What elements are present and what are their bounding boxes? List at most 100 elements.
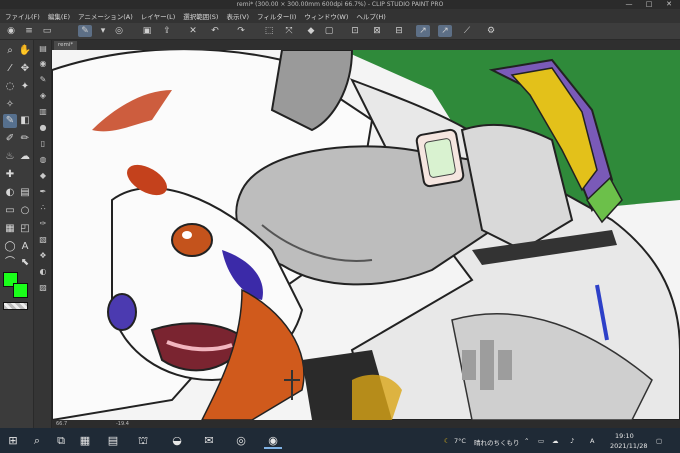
new-canvas-icon[interactable]: ▭ (40, 25, 54, 37)
minimize-button[interactable]: — (620, 0, 638, 9)
pen-tool-icon[interactable]: ✎ (3, 114, 17, 128)
canvas-tab[interactable]: remi* (54, 41, 78, 50)
pen-settings-icon[interactable]: ✎ (78, 25, 92, 37)
move-icon[interactable]: ✥ (18, 62, 32, 76)
transform-icon[interactable]: ⤧ (282, 25, 296, 37)
sub-tool-dot-icon[interactable]: ∴ (37, 202, 49, 214)
crop-icon[interactable]: ⊡ (348, 25, 362, 37)
battery-icon[interactable]: ▭ (538, 437, 544, 445)
ellipse-icon[interactable]: ○ (18, 204, 32, 218)
clip-studio-icon[interactable]: ◎ (112, 25, 126, 37)
drawing-canvas[interactable] (52, 50, 680, 420)
mail-icon[interactable]: ✉ (200, 432, 218, 449)
brush-icon[interactable]: ✐ (3, 132, 17, 146)
menu-layer[interactable]: レイヤー(L) (141, 11, 176, 21)
eyedropper-icon[interactable]: ⁄ (3, 62, 17, 76)
sub-color-swatch[interactable] (13, 283, 28, 298)
hand-icon[interactable]: ✋ (18, 44, 32, 58)
chevron-down-icon[interactable]: ▾ (96, 25, 110, 37)
weather-temp[interactable]: 7°C (454, 437, 466, 445)
angle-readout[interactable]: -19.4 (116, 420, 129, 428)
menu-animation[interactable]: アニメーション(A) (78, 11, 133, 21)
select-all-icon[interactable]: ⬚ (262, 25, 276, 37)
menu-help[interactable]: ヘルプ(H) (356, 11, 385, 21)
notification-icon[interactable]: ▢ (656, 437, 662, 445)
sub-tool-pen-icon[interactable]: ◉ (37, 58, 49, 70)
maximize-button[interactable]: □ (640, 0, 658, 9)
hamburger-menu-icon[interactable]: ≡ (22, 25, 36, 37)
pen-pressure-icon[interactable]: ↗ (438, 25, 452, 37)
redo-icon[interactable]: ↷ (234, 25, 248, 37)
menu-filter[interactable]: フィルター(I) (257, 11, 296, 21)
explorer-icon[interactable]: ▤ (104, 432, 122, 449)
menu-selection[interactable]: 選択範囲(S) (183, 11, 218, 21)
ime-indicator[interactable]: A (590, 437, 594, 445)
invert-selection-icon[interactable]: ⊠ (370, 25, 384, 37)
sub-tool-hard-icon[interactable]: ◆ (37, 170, 49, 182)
save-icon[interactable]: ▣ (140, 25, 154, 37)
clock-time[interactable]: 19:10 (615, 432, 634, 440)
clip-studio-launcher-icon[interactable]: ◎ (232, 432, 250, 449)
deselect-icon[interactable]: ▢ (322, 25, 336, 37)
transparent-color-swatch[interactable] (3, 302, 28, 310)
ruler-icon[interactable]: ◰ (18, 222, 32, 236)
volume-icon[interactable]: ♪ (570, 437, 574, 445)
zoom-readout[interactable]: 66.7 (56, 420, 67, 428)
clock-date[interactable]: 2021/11/28 (610, 442, 647, 450)
sub-tool-turnip-icon[interactable]: ◈ (37, 90, 49, 102)
clip-studio-paint-taskbar-icon[interactable]: ◉ (264, 432, 282, 449)
decoration-icon[interactable]: ✚ (3, 168, 17, 182)
sub-tool-gpen-icon[interactable]: ✎ (37, 74, 49, 86)
frame-icon[interactable]: ▦ (3, 222, 17, 236)
stabilizer-icon[interactable]: ↗ (416, 25, 430, 37)
fill-icon[interactable]: ◆ (304, 25, 318, 37)
edge-icon[interactable]: ◒ (168, 432, 186, 449)
search-icon[interactable]: ⌕ (28, 432, 46, 449)
sub-tool-gouache-icon[interactable]: ◐ (37, 266, 49, 278)
balloon-icon[interactable]: ◯ (3, 240, 17, 254)
windows-start-icon[interactable]: ⊞ (4, 432, 22, 449)
sub-tool-mapping-icon[interactable]: ▥ (37, 106, 49, 118)
fill-tool-icon[interactable]: ◐ (3, 186, 17, 200)
sub-tool-fountain-icon[interactable]: ✑ (37, 218, 49, 230)
sub-tool-marker-icon[interactable]: ▯ (37, 138, 49, 150)
object-icon[interactable]: ⬉ (18, 256, 32, 270)
settings-icon[interactable]: ⚙ (484, 25, 498, 37)
undo-icon[interactable]: ↶ (208, 25, 222, 37)
brush-size-icon[interactable]: ⟋ (460, 25, 474, 37)
border-icon[interactable]: ⊟ (392, 25, 406, 37)
sub-tool-menu-icon[interactable]: ▤ (37, 43, 49, 55)
airbrush-icon[interactable]: ☁ (18, 150, 32, 164)
text-icon[interactable]: A (18, 240, 32, 254)
gradient-icon[interactable]: ▤ (18, 186, 32, 200)
app-logo-icon[interactable]: ◉ (4, 25, 18, 37)
correct-line-icon[interactable]: ⌒ (3, 256, 17, 270)
sub-tool-custom-icon[interactable]: ▨ (37, 282, 49, 294)
auto-select-icon[interactable]: ✦ (18, 80, 32, 94)
sub-tool-ink-icon[interactable]: ✒ (37, 186, 49, 198)
zoom-icon[interactable]: ⌕ (3, 44, 17, 58)
tray-arrow-icon[interactable]: ⌃ (524, 437, 529, 445)
sub-tool-soft-icon[interactable]: ◍ (37, 154, 49, 166)
menu-view[interactable]: 表示(V) (226, 11, 249, 21)
menu-file[interactable]: ファイル(F) (5, 11, 40, 21)
eraser-icon[interactable]: ◧ (18, 114, 32, 128)
pencil-icon[interactable]: ✏ (18, 132, 32, 146)
sub-tool-watercolor-icon[interactable]: ❖ (37, 250, 49, 262)
delete-icon[interactable]: ✕ (186, 25, 200, 37)
menu-edit[interactable]: 編集(E) (48, 11, 70, 21)
figure-icon[interactable]: ▭ (3, 204, 17, 218)
task-view-icon[interactable]: ⧉ (52, 432, 70, 449)
network-icon[interactable]: ☁ (552, 437, 559, 445)
store-icon[interactable]: ⛫ (134, 432, 152, 449)
menu-window[interactable]: ウィンドウ(W) (304, 11, 348, 21)
wand-icon[interactable]: ✧ (3, 98, 17, 112)
weather-text[interactable]: 晴れのちくもり (474, 437, 520, 447)
sub-tool-texture-icon[interactable]: ▧ (37, 234, 49, 246)
widgets-icon[interactable]: ▦ (76, 432, 94, 449)
lasso-icon[interactable]: ◌ (3, 80, 17, 94)
sub-tool-round-icon[interactable]: ● (37, 122, 49, 134)
blend-icon[interactable]: ♨ (3, 150, 17, 164)
close-button[interactable]: ✕ (660, 0, 678, 9)
export-icon[interactable]: ⇪ (160, 25, 174, 37)
